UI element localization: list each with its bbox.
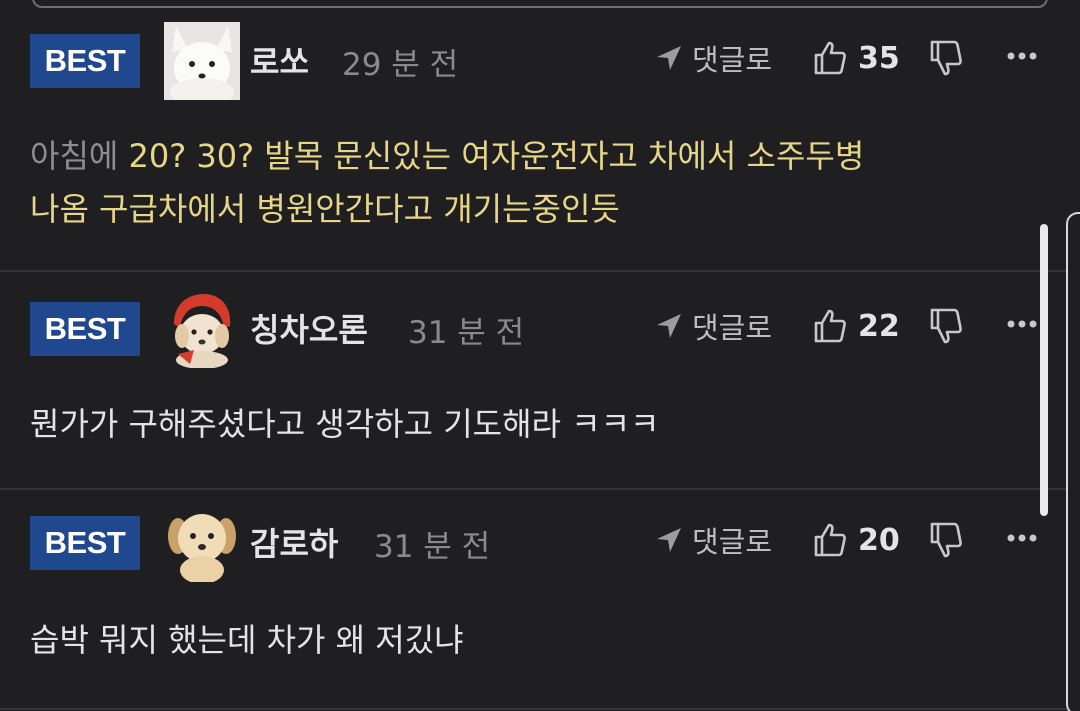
reply-arrow-icon (657, 46, 681, 70)
comment-text: 아침에 20? 30? 발목 문신있는 여자운전자고 차에서 소주두병 나옴 구… (30, 130, 864, 236)
thumbs-down-icon[interactable] (928, 306, 966, 346)
timestamp: 31 분 전 (374, 529, 491, 565)
best-badge: BEST (30, 34, 140, 88)
thumbs-up-icon (814, 309, 846, 343)
scrollbar[interactable] (1040, 224, 1048, 516)
comment-text-lead: 아침에 (30, 137, 129, 175)
thumbs-down-icon[interactable] (928, 520, 966, 560)
username[interactable]: 칭차오론 (250, 305, 368, 351)
comment-text-line2: 나옴 구급차에서 병원안간다고 개기는중인듯 (30, 190, 620, 228)
reply-arrow-icon (657, 314, 681, 338)
comment-text-line: 뭔가가 구해주셨다고 생각하고 기도해라 ㅋㅋㅋ (30, 405, 660, 443)
avatar[interactable] (164, 290, 240, 368)
like-button[interactable]: 20 (812, 516, 900, 564)
reply-button[interactable]: 댓글로 (654, 36, 772, 80)
reply-label: 댓글로 (692, 43, 773, 77)
comment-item: BEST 로쏘 29 분 전 댓글로 35 아침에 20? 30? 발목 문신있… (0, 0, 1080, 270)
username[interactable]: 감로하 (250, 519, 338, 565)
username[interactable]: 로쏘 (250, 37, 309, 83)
comment-page: BEST 로쏘 29 분 전 댓글로 35 아침에 20? 30? 발목 문신있… (0, 0, 1080, 711)
reply-button[interactable]: 댓글로 (654, 518, 772, 562)
timestamp: 31 분 전 (408, 315, 525, 351)
like-button[interactable]: 22 (812, 302, 900, 350)
thumbs-up-icon (814, 41, 846, 75)
timestamp: 29 분 전 (342, 47, 459, 83)
avatar[interactable] (164, 504, 240, 582)
comment-text: 뭔가가 구해주셨다고 생각하고 기도해라 ㅋㅋㅋ (30, 398, 660, 451)
comment-text: 습박 뭐지 했는데 차가 왜 저깄냐 (30, 614, 464, 667)
like-count: 20 (858, 522, 900, 558)
more-dots-icon[interactable] (1004, 46, 1040, 66)
puppy-avatar-icon (164, 504, 240, 582)
like-button[interactable]: 35 (812, 34, 900, 82)
reply-label: 댓글로 (692, 311, 773, 345)
thumbs-up-icon (814, 523, 846, 557)
comment-text-line: 습박 뭐지 했는데 차가 왜 저깄냐 (30, 621, 464, 659)
reply-arrow-icon (657, 528, 681, 552)
comment-meta: BEST 칭차오론 31 분 전 댓글로 22 (0, 290, 1080, 370)
like-count: 35 (858, 40, 900, 76)
like-count: 22 (858, 308, 900, 344)
thumbs-down-icon[interactable] (928, 38, 966, 78)
puppy-red-hood-avatar-icon (164, 290, 240, 368)
comment-text-line1: 20? 30? 발목 문신있는 여자운전자고 차에서 소주두병 (128, 137, 865, 175)
side-panel-edge[interactable] (1066, 212, 1080, 711)
more-dots-icon[interactable] (1004, 528, 1040, 548)
white-fox-avatar-icon (164, 22, 240, 100)
best-badge: BEST (30, 302, 140, 356)
comment-item: BEST 감로하 31 분 전 댓글로 20 (0, 490, 1080, 711)
comment-meta: BEST 감로하 31 분 전 댓글로 20 (0, 504, 1080, 584)
avatar[interactable] (164, 22, 240, 100)
more-dots-icon[interactable] (1004, 314, 1040, 334)
reply-button[interactable]: 댓글로 (654, 304, 772, 348)
comment-meta: BEST 로쏘 29 분 전 댓글로 35 (0, 22, 1080, 102)
reply-label: 댓글로 (692, 525, 773, 559)
comment-item: BEST 칭차오론 31 분 전 댓글로 22 (0, 272, 1080, 488)
best-badge: BEST (30, 516, 140, 570)
divider (0, 708, 1080, 710)
